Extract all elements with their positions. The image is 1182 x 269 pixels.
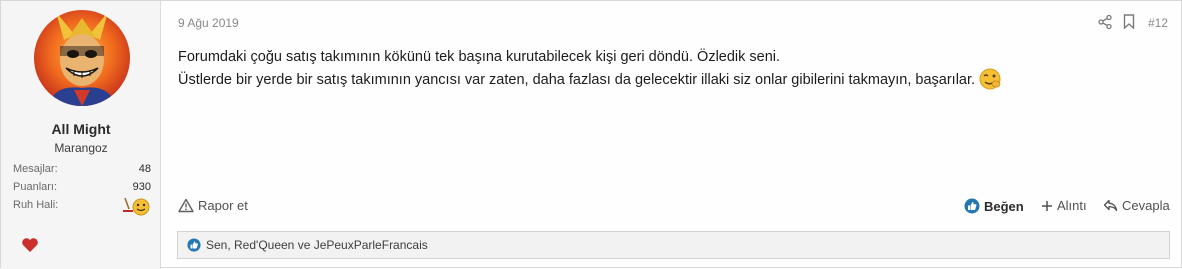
stat-label: Ruh Hali: bbox=[13, 199, 59, 211]
like-button[interactable]: Beğen bbox=[964, 198, 1024, 214]
avatar[interactable] bbox=[34, 10, 130, 106]
user-title: Marangoz bbox=[54, 141, 108, 155]
thumbs-up-icon bbox=[964, 198, 980, 214]
stat-points: Puanları: 930 bbox=[13, 181, 151, 193]
stat-value: 930 bbox=[132, 181, 151, 193]
stat-value: 48 bbox=[138, 163, 151, 175]
bookmark-icon[interactable] bbox=[1123, 14, 1135, 30]
reactions-bar[interactable]: Sen, Red'Queen ve JePeuxParleFrancais bbox=[177, 231, 1170, 259]
post-date[interactable]: 9 Ağu 2019 bbox=[178, 16, 239, 30]
share-icon[interactable] bbox=[1098, 14, 1112, 30]
stat-label: Mesajlar: bbox=[13, 163, 58, 175]
user-info-panel: All Might Marangoz Mesajlar: 48 Puanları… bbox=[1, 1, 161, 269]
post-number[interactable]: #12 bbox=[1148, 16, 1168, 30]
report-label: Rapor et bbox=[198, 198, 248, 213]
reply-label: Cevapla bbox=[1122, 198, 1170, 213]
quote-button[interactable]: Alıntı bbox=[1041, 198, 1087, 213]
quote-label: Alıntı bbox=[1057, 198, 1087, 213]
reactions-list[interactable]: Sen, Red'Queen ve JePeuxParleFrancais bbox=[206, 238, 428, 252]
like-label: Beğen bbox=[984, 198, 1024, 214]
stat-label: Puanları: bbox=[13, 181, 58, 193]
winking-face-icon bbox=[979, 68, 1001, 90]
post-body: Forumdaki çoğu satış takımının kökünü te… bbox=[178, 46, 1001, 91]
reply-button[interactable]: Cevapla bbox=[1103, 198, 1170, 213]
username[interactable]: All Might bbox=[1, 121, 161, 137]
stat-mood: Ruh Hali: bbox=[13, 197, 151, 216]
forum-post: All Might Marangoz Mesajlar: 48 Puanları… bbox=[0, 0, 1182, 269]
warning-icon bbox=[178, 198, 194, 213]
post-line: Forumdaki çoğu satış takımının kökünü te… bbox=[178, 49, 781, 65]
smiling-face-icon bbox=[121, 195, 151, 217]
plus-icon bbox=[1042, 200, 1052, 211]
heart-icon bbox=[21, 237, 39, 253]
post-line: Üstlerde bir yerde bir satış takımının y… bbox=[178, 72, 976, 88]
thumbs-up-icon bbox=[187, 238, 201, 252]
post-line-with-emoji: Üstlerde bir yerde bir satış takımının y… bbox=[178, 68, 1001, 91]
reply-icon bbox=[1103, 199, 1118, 212]
report-button[interactable]: Rapor et bbox=[178, 198, 248, 213]
stat-messages: Mesajlar: 48 bbox=[13, 163, 151, 175]
